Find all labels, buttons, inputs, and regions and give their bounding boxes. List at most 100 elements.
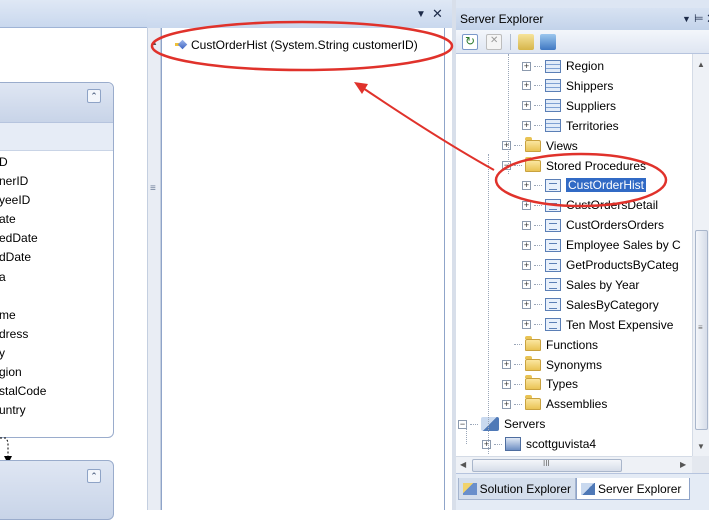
expand-icon[interactable]: +: [522, 200, 531, 210]
entity-field[interactable]: stalCode: [0, 382, 46, 401]
tree-node-synonyms[interactable]: + Synonyms: [502, 355, 602, 375]
server-icon: [505, 437, 521, 452]
expand-icon[interactable]: +: [522, 81, 531, 91]
chevron-double-up-icon[interactable]: ⌃: [87, 89, 101, 103]
scroll-grip-icon: III: [543, 459, 550, 468]
stored-procedure-icon: [545, 198, 561, 212]
tree-node-label: Stored Procedures: [546, 158, 647, 173]
expand-icon[interactable]: +: [502, 141, 511, 151]
entity-field[interactable]: untry: [0, 401, 46, 420]
tree-connector-line: [514, 383, 522, 385]
tree-node-suppliers[interactable]: + Suppliers: [522, 96, 616, 116]
expand-icon[interactable]: +: [502, 360, 511, 369]
tree-node-custordersdetail[interactable]: + CustOrdersDetail: [522, 195, 658, 215]
close-icon[interactable]: ✕: [432, 6, 443, 22]
expand-icon[interactable]: +: [522, 280, 531, 290]
method-icon: [175, 39, 188, 50]
auto-hide-pin-icon[interactable]: ⊨: [694, 12, 704, 25]
server-explorer-title: Server Explorer: [460, 12, 544, 26]
folder-icon: [525, 375, 541, 391]
tool-window-top-strip: [456, 0, 709, 8]
designer-tab-strip: [0, 0, 147, 28]
entity-field-list: DnerID yeeID ate edDate dDate a me dress y gion st…: [0, 153, 46, 420]
tree-node-servers[interactable]: − Servers: [458, 414, 545, 434]
scroll-down-icon[interactable]: ▼: [697, 442, 705, 451]
tree-node-assemblies[interactable]: + Assemblies: [502, 394, 607, 414]
scroll-up-icon[interactable]: ▲: [150, 38, 158, 47]
tree-node-types[interactable]: + Types: [502, 374, 578, 394]
tree-node-views[interactable]: + Views: [502, 136, 578, 156]
tree-node-label: Suppliers: [566, 98, 617, 113]
expand-icon[interactable]: +: [522, 121, 531, 131]
expand-icon[interactable]: +: [522, 61, 531, 71]
refresh-icon[interactable]: [462, 34, 478, 50]
tree-node-getproductsbycateg[interactable]: + GetProductsByCateg: [522, 255, 679, 275]
expand-icon[interactable]: +: [522, 220, 531, 230]
expand-icon[interactable]: +: [502, 379, 511, 389]
stored-procedure-icon: [545, 298, 561, 312]
servers-icon: [481, 417, 499, 432]
tree-node-label: Servers: [504, 417, 546, 432]
entity-field[interactable]: y: [0, 344, 46, 363]
tree-node-territories[interactable]: + Territories: [522, 116, 619, 136]
entity-field[interactable]: [0, 287, 46, 306]
tree-node-region[interactable]: + Region: [522, 56, 604, 76]
tree-node-ten-most-expensive[interactable]: + Ten Most Expensive: [522, 315, 673, 335]
vertical-scrollbar[interactable]: ▲ ≡ ▼: [692, 54, 709, 456]
expand-icon[interactable]: +: [502, 399, 511, 409]
method-item-custorderhist[interactable]: CustOrderHist (System.String customerID): [175, 36, 418, 54]
scroll-right-icon[interactable]: ▶: [680, 460, 686, 469]
expand-icon[interactable]: +: [522, 180, 531, 190]
tree-node-functions[interactable]: Functions: [502, 335, 598, 355]
scroll-up-icon[interactable]: ▲: [697, 60, 705, 69]
tree-node-scottguvista4[interactable]: + scottguvista4: [482, 434, 596, 454]
expand-icon[interactable]: +: [522, 101, 531, 111]
window-position-dropdown-icon[interactable]: ▼: [682, 14, 691, 24]
tree-node-sales-by-year[interactable]: + Sales by Year: [522, 275, 639, 295]
entity-field[interactable]: edDate: [0, 229, 46, 248]
tree-node-custorderhist[interactable]: + CustOrderHist: [522, 175, 647, 195]
tree-node-custordersorders[interactable]: + CustOrdersOrders: [522, 215, 664, 235]
tree-connector-line: [514, 165, 522, 166]
scroll-grip-icon: ≡: [698, 323, 703, 332]
table-icon: [545, 119, 561, 133]
dropdown-arrow-icon[interactable]: ▼: [416, 9, 426, 20]
expand-icon[interactable]: +: [522, 260, 531, 270]
entity-shape-collapsed[interactable]: ⌃: [0, 460, 114, 520]
entity-field[interactable]: dDate: [0, 248, 46, 267]
server-explorer-titlebar[interactable]: Server Explorer ▼ ⊨ ✕: [456, 8, 709, 30]
expand-icon[interactable]: +: [522, 240, 531, 250]
vertical-scroll-thumb[interactable]: ≡: [695, 230, 708, 430]
connect-to-server-icon[interactable]: [540, 34, 556, 50]
entity-shape-orders[interactable]: ⌃ DnerID yeeID ate edDate dDate a me dress y gion…: [0, 82, 114, 438]
folder-icon: [525, 395, 541, 411]
entity-field[interactable]: dress: [0, 325, 46, 344]
chevron-double-up-icon[interactable]: ⌃: [87, 469, 101, 483]
scroll-left-icon[interactable]: ◀: [460, 460, 466, 469]
entity-field[interactable]: a: [0, 268, 46, 287]
tab-server-explorer[interactable]: Server Explorer: [576, 478, 690, 500]
tree-node-shippers[interactable]: + Shippers: [522, 76, 613, 96]
tree-connector-line: [514, 364, 522, 365]
tree-node-salesbycategory[interactable]: + SalesByCategory: [522, 295, 659, 315]
entity-field[interactable]: gion: [0, 363, 46, 382]
entity-field[interactable]: ate: [0, 210, 46, 229]
expand-icon[interactable]: +: [522, 300, 531, 310]
collapse-icon[interactable]: −: [502, 161, 511, 170]
tab-solution-explorer[interactable]: Solution Explorer: [458, 478, 576, 500]
entity-field[interactable]: yeeID: [0, 191, 46, 210]
entity-field[interactable]: me: [0, 306, 46, 325]
entity-field[interactable]: D: [0, 153, 46, 172]
expand-icon[interactable]: +: [482, 439, 491, 449]
tree-node-stored-procedures[interactable]: − Stored Procedures: [502, 156, 646, 176]
tree-node-employee-sales-by-c[interactable]: + Employee Sales by C: [522, 235, 681, 255]
horizontal-scroll-thumb[interactable]: III: [472, 459, 622, 472]
stop-refresh-icon[interactable]: [486, 34, 502, 50]
connect-to-database-icon[interactable]: [518, 34, 534, 50]
tree-connector-line: [534, 284, 542, 286]
horizontal-scrollbar[interactable]: ◀ III ▶: [456, 456, 692, 473]
expand-icon[interactable]: +: [522, 320, 531, 330]
scrollbar-corner: [692, 456, 709, 473]
entity-field[interactable]: nerID: [0, 172, 46, 191]
pane-splitter[interactable]: ≡: [147, 28, 161, 510]
